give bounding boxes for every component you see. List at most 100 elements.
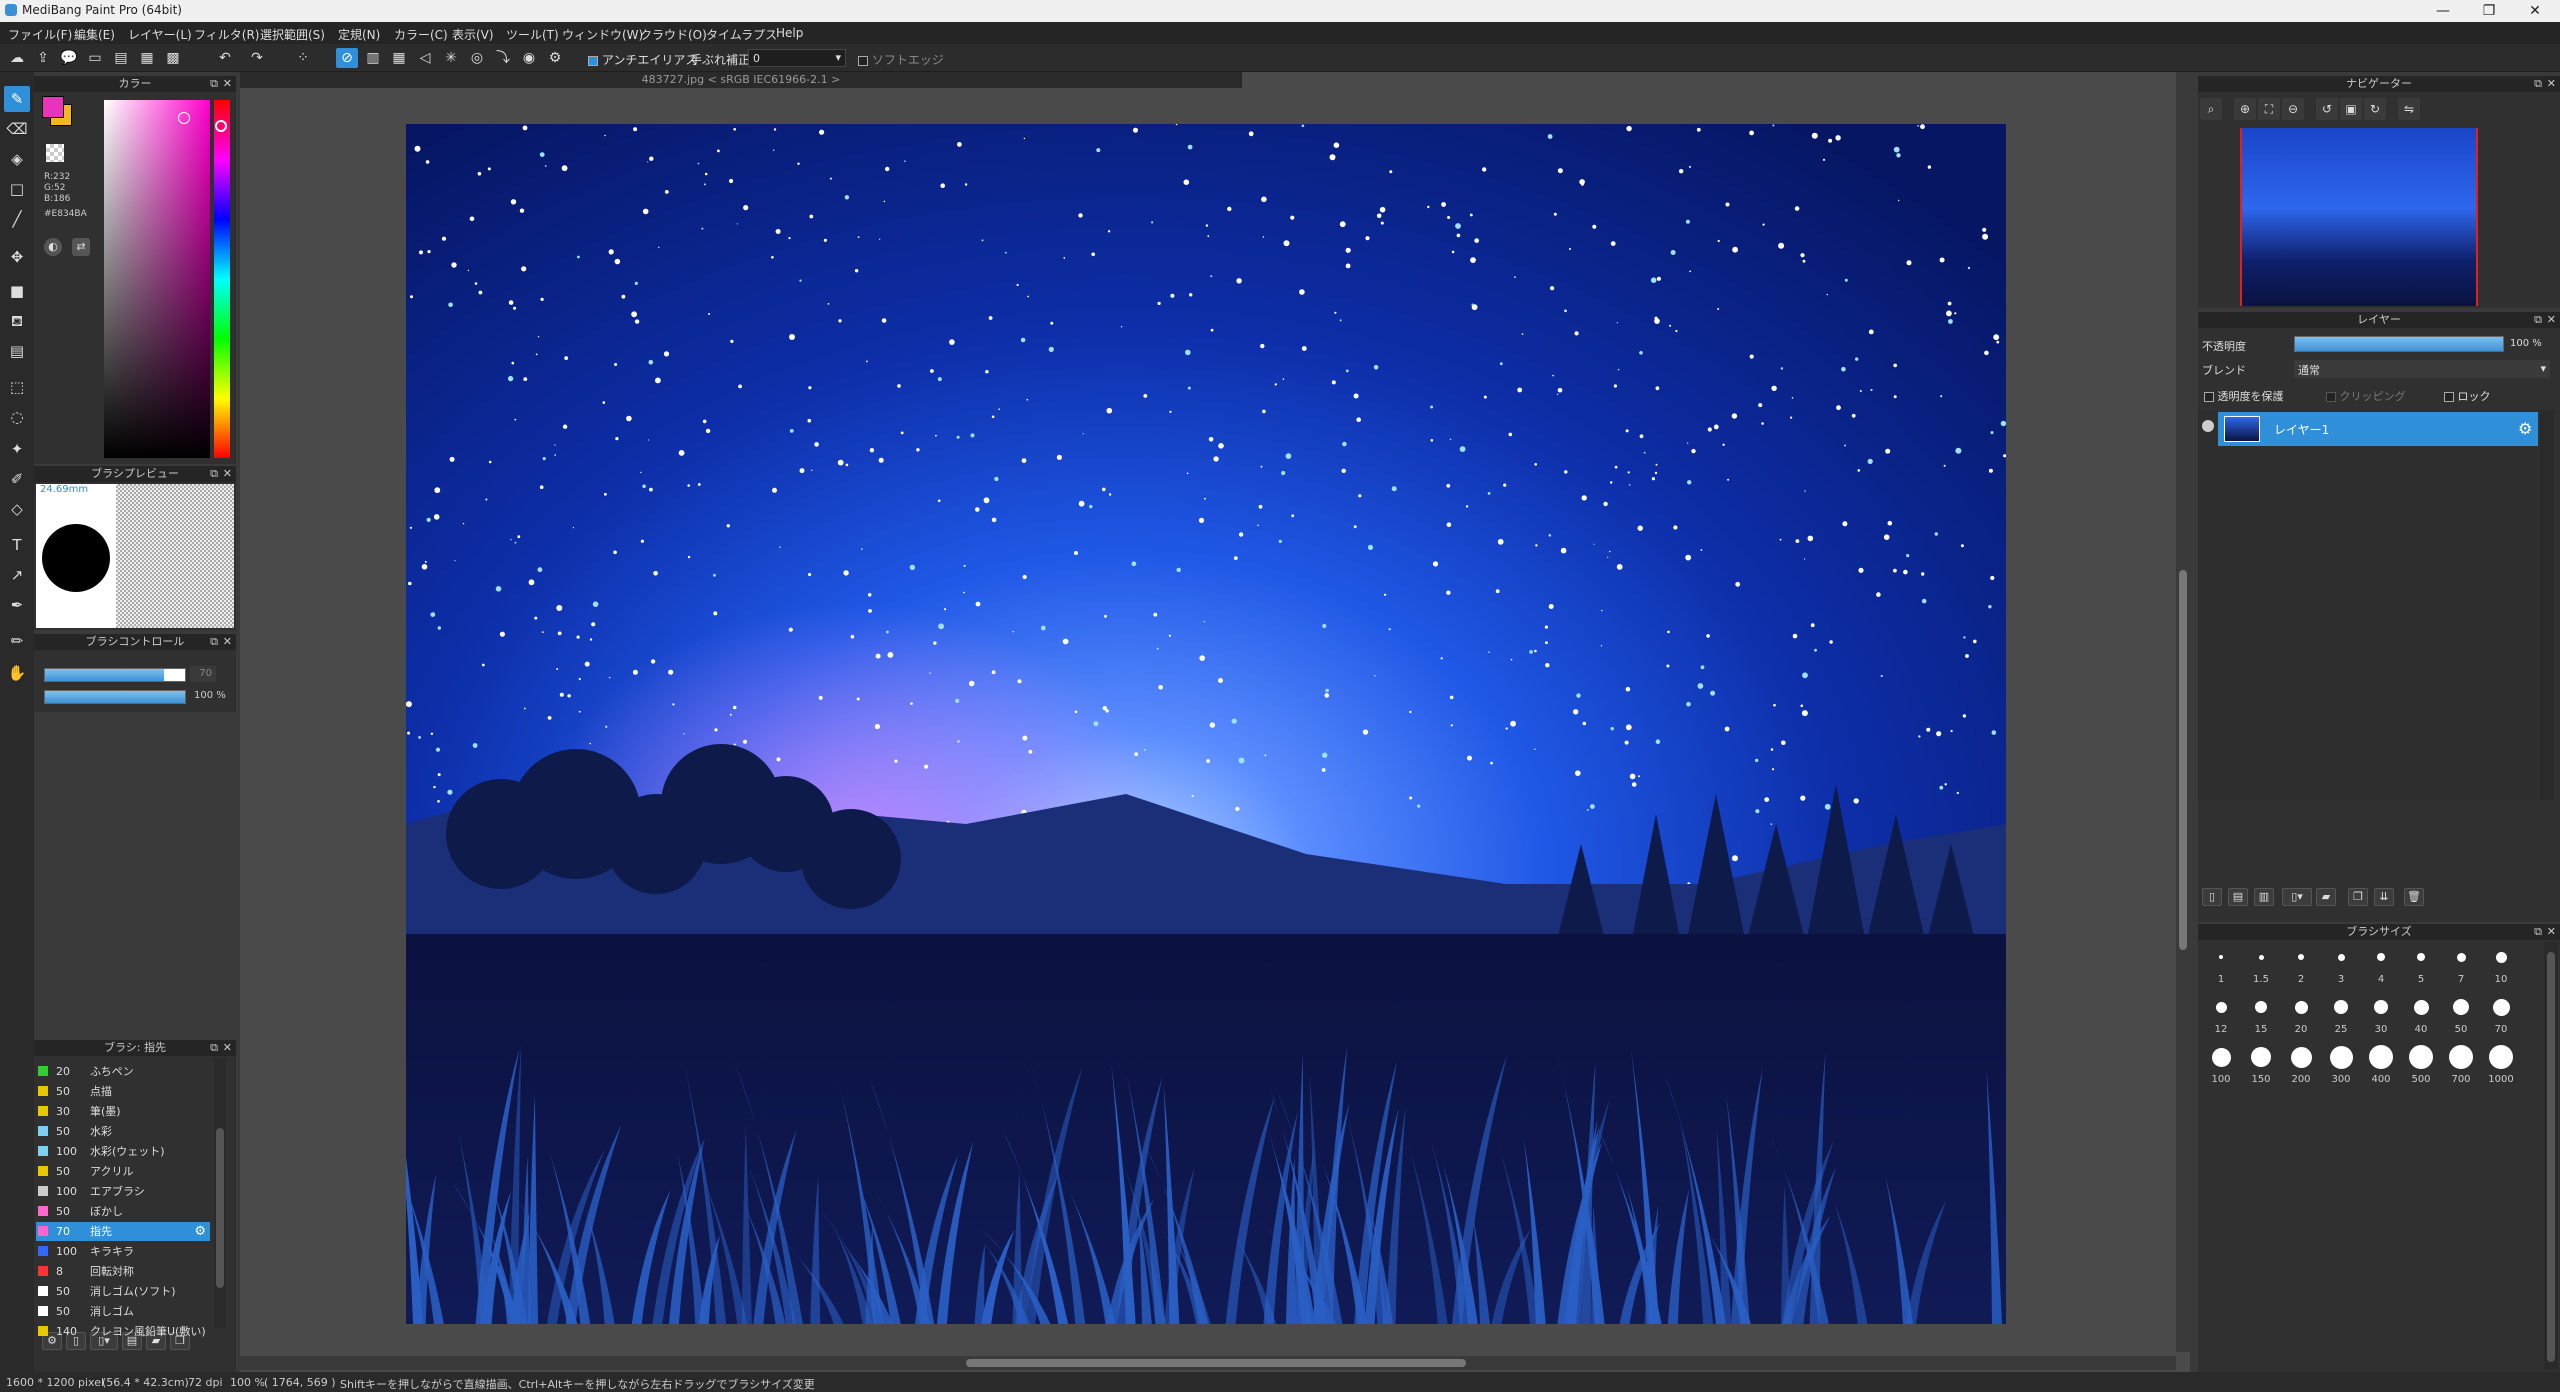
soft-edge-checkbox[interactable] xyxy=(858,55,868,66)
snap-curve-icon[interactable]: ⤵ xyxy=(492,48,514,68)
palette-icon[interactable]: ◐ xyxy=(44,238,62,256)
add-layer-menu-icon[interactable]: ▯▾ xyxy=(2282,888,2312,906)
brush-opacity-slider[interactable] xyxy=(44,690,186,704)
rotate-left-icon[interactable]: ↺ xyxy=(2316,98,2338,120)
blend-select[interactable]: 通常 ▾ xyxy=(2294,360,2550,378)
antialias-option[interactable]: アンチエイリアス xyxy=(588,51,697,68)
brush-size-preset[interactable]: 300 xyxy=(2322,1044,2360,1092)
primary-color-swatch[interactable] xyxy=(42,96,64,118)
new-8bit-layer-icon[interactable]: ▥ xyxy=(2254,888,2274,906)
close-icon[interactable]: ✕ xyxy=(223,634,232,650)
menu-color[interactable]: カラー(C) xyxy=(394,26,448,43)
clipping-option[interactable]: クリッピング xyxy=(2326,388,2406,404)
menu-cloud[interactable]: クラウド(O) xyxy=(640,26,707,43)
undock-icon[interactable]: ⧉ xyxy=(210,634,218,650)
brush-list-item[interactable]: 50 消しゴム(ソフト) xyxy=(36,1282,210,1301)
brush-size-preset[interactable]: 700 xyxy=(2442,1044,2480,1092)
menu-view[interactable]: 表示(V) xyxy=(452,26,494,43)
canvas-vertical-scrollbar[interactable] xyxy=(2176,72,2190,1352)
select-rect-icon[interactable]: ⬚ xyxy=(4,374,30,400)
clipping-checkbox[interactable] xyxy=(2326,392,2336,402)
snap-perspective-icon[interactable]: ◁ xyxy=(414,48,436,68)
snap-radial-icon[interactable]: ✳ xyxy=(440,48,462,68)
brush-size-preset[interactable]: 1.5 xyxy=(2242,944,2280,992)
brush-size-preset[interactable]: 40 xyxy=(2402,994,2440,1042)
eraser-tool-icon[interactable]: ⌫ xyxy=(4,116,30,142)
brush-size-preset[interactable]: 25 xyxy=(2322,994,2360,1042)
lasso-icon[interactable]: ◌ xyxy=(4,404,30,430)
menu-filter[interactable]: フィルタ(R) xyxy=(194,26,259,43)
scrollbar-thumb[interactable] xyxy=(216,1128,224,1288)
undock-icon[interactable]: ⧉ xyxy=(210,76,218,92)
brush-list-item[interactable]: 100 水彩(ウェット) xyxy=(36,1142,210,1161)
layer-opacity-slider[interactable] xyxy=(2294,336,2504,352)
close-icon[interactable]: ✕ xyxy=(2547,312,2556,328)
line-tool-icon[interactable]: ╱ xyxy=(4,206,30,232)
layer-row[interactable]: レイヤー1 ⚙ xyxy=(2218,412,2538,446)
saturation-value-picker[interactable] xyxy=(104,100,210,458)
brush-size-preset[interactable]: 1000 xyxy=(2482,1044,2520,1092)
pen-tool-icon[interactable]: ✏ xyxy=(4,628,30,654)
merge-layer-icon[interactable]: ⇊ xyxy=(2374,888,2394,906)
snap-concentric-icon[interactable]: ◉ xyxy=(518,48,540,68)
stabilizer-select[interactable]: 0 ▾ xyxy=(748,49,846,67)
antialias-checkbox[interactable] xyxy=(588,55,598,66)
undo-icon[interactable]: ↶ xyxy=(214,48,236,68)
menu-layer[interactable]: レイヤー(L) xyxy=(128,26,192,43)
eye-icon[interactable] xyxy=(2202,420,2214,432)
lock-option[interactable]: ロック xyxy=(2444,388,2491,404)
brush-list-item[interactable]: 50 水彩 xyxy=(36,1122,210,1141)
menu-selection[interactable]: 選択範囲(S) xyxy=(260,26,325,43)
brush-size-preset[interactable]: 12 xyxy=(2202,994,2240,1042)
bucket-icon[interactable]: ⛾ xyxy=(4,308,30,334)
actual-size-icon[interactable]: ▣ xyxy=(2340,98,2362,120)
scrollbar-thumb[interactable] xyxy=(2547,952,2555,1362)
canvas-area[interactable]: 483727.jpg < sRGB IEC61966-2.1 > xyxy=(240,72,2190,1372)
eyedropper-icon[interactable]: ✒ xyxy=(4,592,30,618)
horizontal-scroll-thumb[interactable] xyxy=(966,1359,1466,1367)
brush-size-preset[interactable]: 200 xyxy=(2282,1044,2320,1092)
zoom-out-icon[interactable]: ⊖ xyxy=(2282,98,2304,120)
zoom-icon[interactable]: ⌕ xyxy=(2200,98,2222,120)
comment-icon[interactable]: ▭ xyxy=(84,48,106,68)
soft-edge-option[interactable]: ソフトエッジ xyxy=(858,51,944,68)
snap-circle-icon[interactable]: ◎ xyxy=(466,48,488,68)
undock-icon[interactable]: ⧉ xyxy=(210,466,218,482)
close-icon[interactable]: ✕ xyxy=(223,466,232,482)
menu-file[interactable]: ファイル(F) xyxy=(8,26,72,43)
brush-list-item[interactable]: 50 消しゴム xyxy=(36,1302,210,1321)
brush-size-preset[interactable]: 4 xyxy=(2362,944,2400,992)
transparent-swatch[interactable] xyxy=(46,144,64,162)
layer-folder-icon[interactable]: ▰ xyxy=(2316,888,2336,906)
brush-list-scrollbar[interactable] xyxy=(214,1058,226,1328)
move-tool-icon[interactable]: ✥ xyxy=(4,244,30,270)
new-layer-icon[interactable]: ▯ xyxy=(2202,888,2222,906)
close-icon[interactable]: ✕ xyxy=(223,1040,232,1056)
close-icon[interactable]: ✕ xyxy=(223,76,232,92)
brush-list-item[interactable]: 50 ぼかし xyxy=(36,1202,210,1221)
undock-icon[interactable]: ⧉ xyxy=(2534,76,2542,92)
undock-icon[interactable]: ⧉ xyxy=(210,1040,218,1056)
brush-size-preset[interactable]: 1 xyxy=(2202,944,2240,992)
snap-off-icon[interactable]: ⊘ xyxy=(336,48,358,68)
duplicate-layer-icon[interactable]: ❐ xyxy=(2348,888,2368,906)
undock-icon[interactable]: ⧉ xyxy=(2534,312,2542,328)
close-icon[interactable]: ✕ xyxy=(2547,924,2556,940)
grid-icon[interactable]: ▦ xyxy=(136,48,158,68)
navigator-thumbnail[interactable] xyxy=(2240,128,2478,306)
magic-wand-icon[interactable]: ✦ xyxy=(4,436,30,462)
shape-tool-icon[interactable]: □ xyxy=(4,176,30,202)
brush-list-item[interactable]: 30 筆(墨) xyxy=(36,1102,210,1121)
layer-scrollbar[interactable] xyxy=(2540,410,2554,800)
maximize-button[interactable]: ❐ xyxy=(2466,0,2512,22)
cloud-icon[interactable]: ☁ xyxy=(6,48,28,68)
brush-size-preset[interactable]: 15 xyxy=(2242,994,2280,1042)
color-swap-icon[interactable]: ⇄ xyxy=(72,238,90,256)
text-tool-icon[interactable]: T xyxy=(4,532,30,558)
snap-settings-icon[interactable]: ⚙ xyxy=(544,48,566,68)
brush-list-item[interactable]: 140 クレヨン風鉛筆U(敷い) xyxy=(36,1322,210,1341)
brush-size-preset[interactable]: 100 xyxy=(2202,1044,2240,1092)
vertical-scroll-thumb[interactable] xyxy=(2179,570,2187,950)
new-halftone-layer-icon[interactable]: ▤ xyxy=(2228,888,2248,906)
brush-size-preset[interactable]: 20 xyxy=(2282,994,2320,1042)
